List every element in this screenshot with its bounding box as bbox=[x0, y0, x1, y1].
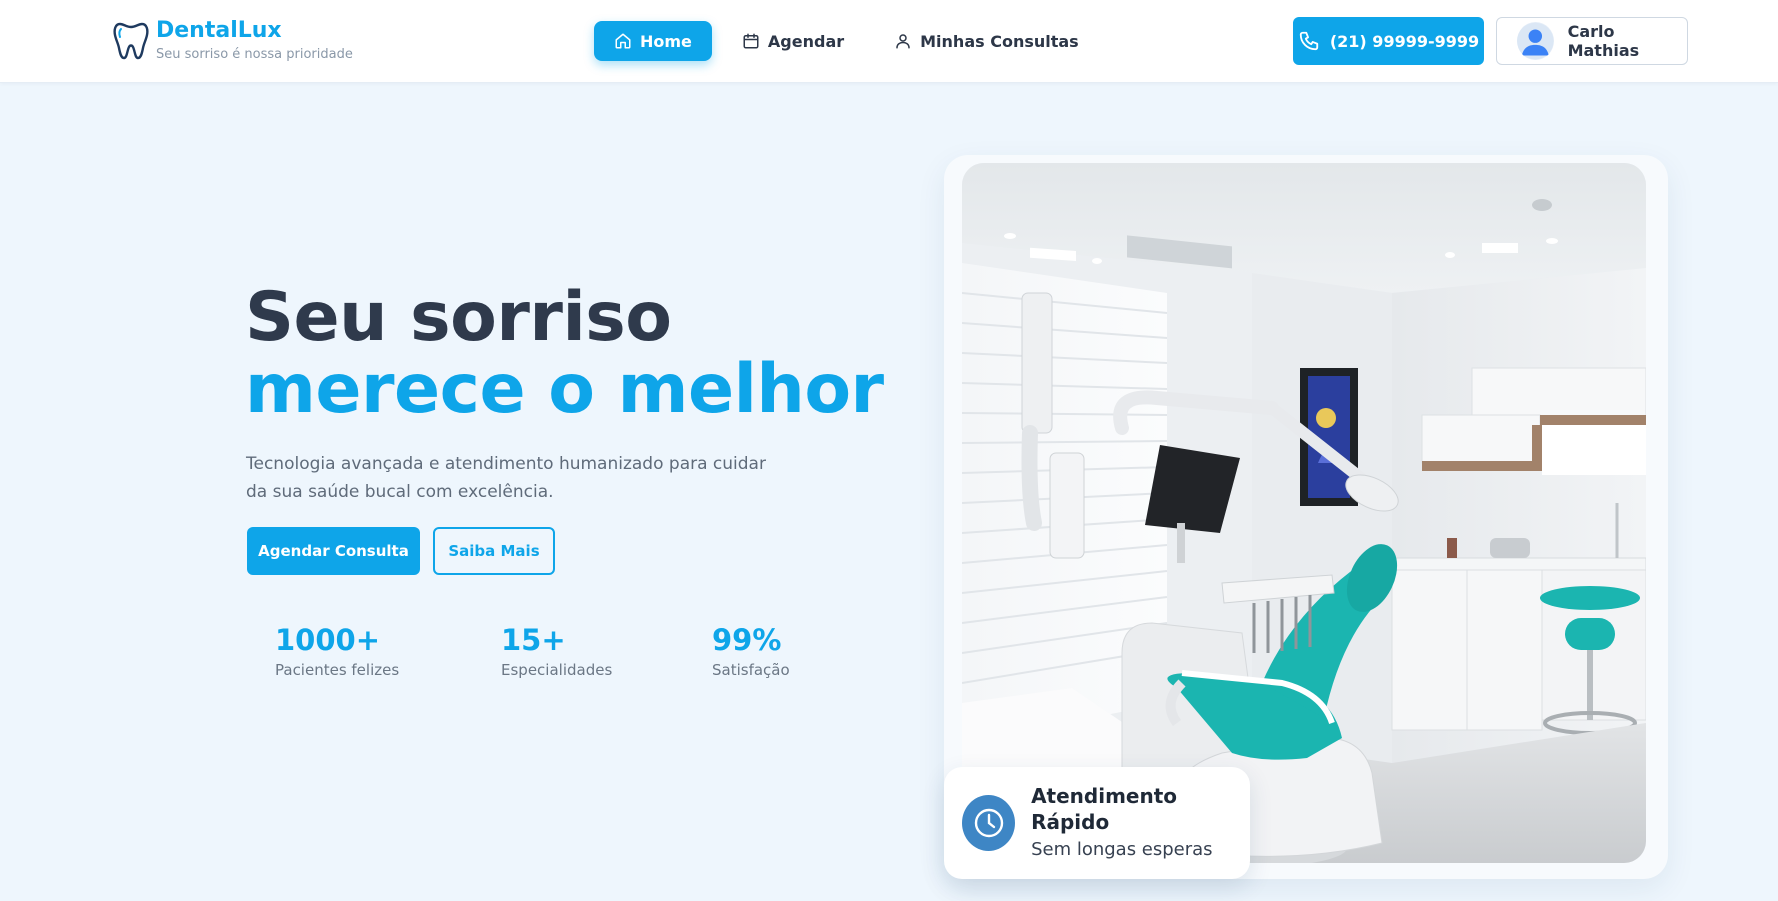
fast-service-badge: Atendimento Rápido Sem longas esperas bbox=[944, 767, 1250, 879]
calendar-icon bbox=[743, 33, 759, 49]
main-nav: Home Agendar Minhas Consultas bbox=[594, 21, 1109, 61]
brand-name: DentalLux bbox=[156, 18, 282, 43]
dental-clinic-illustration bbox=[962, 163, 1646, 863]
tooth-icon bbox=[113, 22, 149, 60]
nav-home[interactable]: Home bbox=[594, 21, 712, 61]
hero-description: Tecnologia avançada e atendimento humani… bbox=[246, 454, 766, 502]
stat-specialties: 15+ Especialidades bbox=[501, 622, 612, 680]
nav-minhas-consultas[interactable]: Minhas Consultas bbox=[874, 21, 1099, 61]
dental-clinic-image bbox=[962, 163, 1646, 863]
badge-title: Atendimento Rápido bbox=[1031, 784, 1178, 834]
logo[interactable]: DentalLux Seu sorriso é nossa prioridade bbox=[112, 18, 353, 64]
phone-number: (21) 99999-9999 bbox=[1329, 31, 1480, 51]
phone-icon bbox=[1299, 31, 1319, 51]
phone-button[interactable]: (21) 99999-9999 bbox=[1293, 17, 1484, 65]
schedule-appointment-button[interactable]: Agendar Consulta bbox=[247, 527, 420, 575]
stat-value: 1000+ bbox=[275, 623, 381, 657]
badge-subtitle: Sem longas esperas bbox=[1031, 839, 1213, 860]
avatar bbox=[1517, 22, 1554, 60]
stat-label: Satisfação bbox=[712, 661, 790, 679]
nav-agendar-label: Agendar bbox=[767, 31, 845, 51]
home-icon bbox=[615, 33, 631, 49]
nav-agendar[interactable]: Agendar bbox=[722, 21, 864, 61]
user-name: Carlo Mathias bbox=[1567, 22, 1640, 60]
user-menu-button[interactable]: Carlo Mathias bbox=[1496, 17, 1688, 65]
hero-title-line2: merece o melhor bbox=[245, 350, 884, 429]
stat-label: Especialidades bbox=[501, 661, 613, 679]
user-icon bbox=[896, 34, 910, 49]
stat-satisfaction: 99% Satisfação bbox=[712, 622, 790, 680]
brand-tagline: Seu sorriso é nossa prioridade bbox=[156, 47, 353, 62]
top-navbar: DentalLux Seu sorriso é nossa prioridade… bbox=[0, 0, 1778, 83]
stat-value: 15+ bbox=[501, 623, 566, 657]
stat-patients: 1000+ Pacientes felizes bbox=[275, 622, 399, 680]
stat-label: Pacientes felizes bbox=[275, 661, 400, 679]
learn-more-button[interactable]: Saiba Mais bbox=[433, 527, 555, 575]
stat-value: 99% bbox=[712, 623, 782, 657]
hero-title: Seu sorriso merece o melhor bbox=[245, 282, 884, 426]
clock-icon bbox=[962, 795, 1016, 851]
nav-home-label: Home bbox=[640, 31, 692, 51]
nav-minhas-consultas-label: Minhas Consultas bbox=[920, 31, 1079, 51]
hero-title-line1: Seu sorriso bbox=[245, 278, 672, 357]
